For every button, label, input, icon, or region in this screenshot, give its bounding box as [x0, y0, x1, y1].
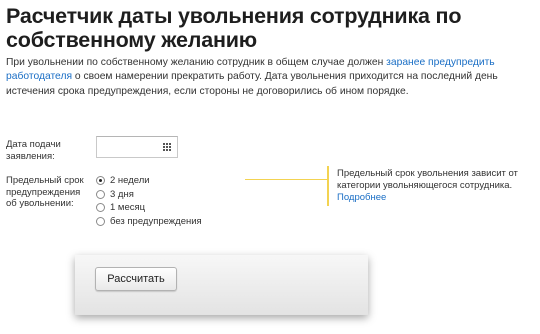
option-label: 3 дня	[110, 188, 134, 200]
intro-text-start: При увольнении по собственному желанию с…	[6, 57, 387, 68]
hint-accent-bar	[327, 166, 329, 206]
more-info-link[interactable]: Подробнее	[337, 192, 386, 203]
intro-text: При увольнении по собственному желанию с…	[6, 56, 536, 99]
option-label: без предупреждения	[110, 215, 202, 227]
action-panel: Рассчитать	[75, 255, 368, 315]
radio-button[interactable]	[96, 203, 105, 213]
hint-text: Предельный срок увольнения зависит от ка…	[337, 168, 518, 191]
radio-button[interactable]	[96, 216, 105, 226]
term-option-1-month[interactable]: 1 месяц	[96, 201, 202, 215]
calculate-button[interactable]: Рассчитать	[95, 267, 177, 291]
intro-text-end: о своем намерении прекратить работу. Дат…	[6, 71, 498, 97]
date-field[interactable]	[96, 136, 178, 158]
term-option-no-notice[interactable]: без предупреждения	[96, 215, 202, 229]
term-label: Предельный срок предупреждения об увольн…	[6, 175, 84, 209]
term-option-3-days[interactable]: 3 дня	[96, 188, 202, 202]
page-title: Расчетчик даты увольнения сотрудника по …	[6, 4, 462, 52]
date-label: Дата подачи заявления:	[6, 139, 61, 162]
radio-button[interactable]	[96, 176, 105, 186]
hint-connector-line	[245, 179, 327, 180]
calendar-icon[interactable]	[163, 143, 172, 151]
option-label: 1 месяц	[110, 202, 146, 214]
term-option-2-weeks[interactable]: 2 недели	[96, 174, 202, 188]
term-hint: Предельный срок увольнения зависит от ка…	[337, 168, 527, 204]
option-label: 2 недели	[110, 175, 150, 187]
radio-button[interactable]	[96, 189, 105, 199]
term-radio-group: 2 недели 3 дня 1 месяц без предупреждени…	[96, 174, 202, 228]
